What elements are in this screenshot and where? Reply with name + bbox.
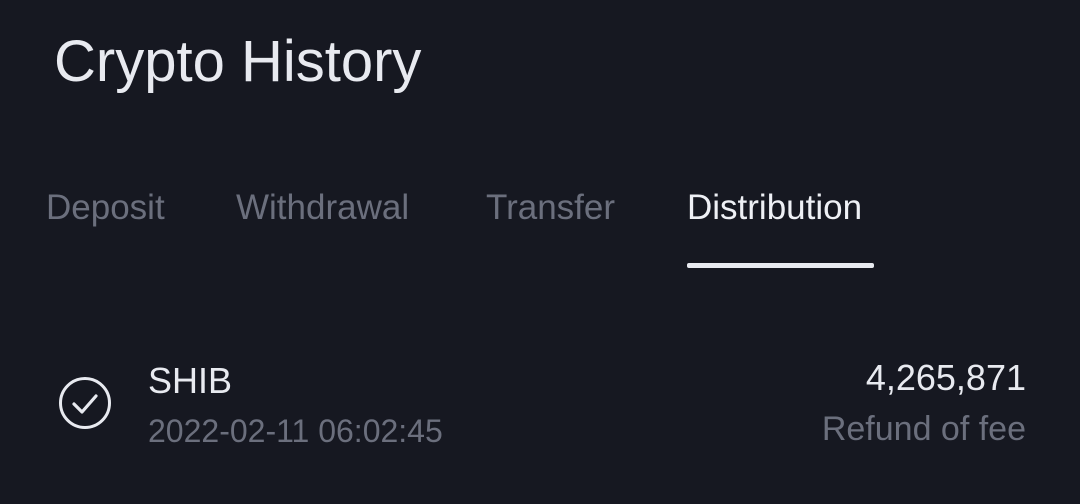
history-record-row[interactable]: SHIB 2022-02-11 06:02:45 4,265,871 Refun… (0, 340, 1080, 470)
tab-distribution[interactable]: Distribution (687, 180, 875, 270)
tab-withdrawal-label: Withdrawal (236, 188, 410, 227)
check-circle-icon (59, 377, 111, 429)
active-tab-indicator (687, 263, 874, 268)
coin-symbol: SHIB (148, 360, 233, 401)
tab-withdrawal[interactable]: Withdrawal (236, 180, 426, 270)
record-timestamp: 2022-02-11 06:02:45 (148, 413, 443, 449)
tab-bar: Deposit Withdrawal Transfer Distribution (0, 180, 1080, 270)
record-amount: 4,265,871 (865, 357, 1026, 398)
tab-distribution-label: Distribution (687, 188, 863, 227)
tab-transfer[interactable]: Transfer (486, 180, 626, 270)
tab-transfer-label: Transfer (486, 188, 616, 227)
tab-deposit-label: Deposit (46, 188, 165, 227)
page-title: Crypto History (54, 29, 422, 94)
tab-deposit[interactable]: Deposit (46, 180, 176, 270)
record-note: Refund of fee (821, 410, 1026, 448)
